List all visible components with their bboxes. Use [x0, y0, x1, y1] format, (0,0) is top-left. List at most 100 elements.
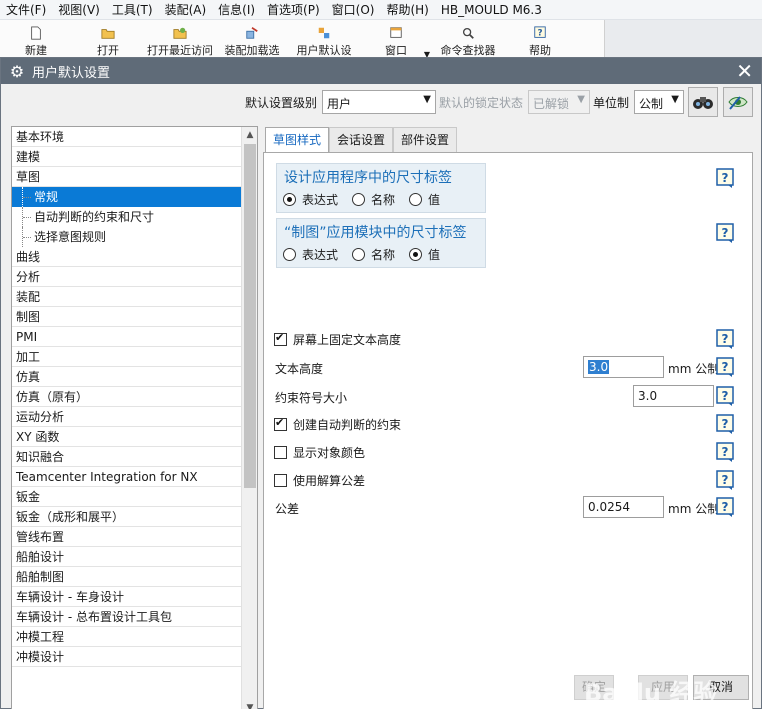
tree-item[interactable]: 车辆设计 - 总布置设计工具包 — [12, 607, 242, 627]
tree-item[interactable]: 冲模工程 — [12, 627, 242, 647]
manage-current-settings-button[interactable] — [723, 87, 753, 117]
apply-button[interactable]: 应用 — [638, 675, 688, 700]
open-recent-button[interactable]: 打开最近访问 — [144, 20, 216, 58]
tree-item[interactable]: PMI — [12, 327, 242, 347]
help-icon[interactable]: ? — [716, 329, 736, 349]
help-icon[interactable]: ? — [716, 470, 736, 490]
text-height-label: 文本高度 — [275, 362, 324, 376]
tree-connector — [22, 207, 32, 227]
tab-session-settings[interactable]: 会话设置 — [329, 127, 394, 152]
tree-item-label: 运动分析 — [16, 410, 65, 424]
menu-window[interactable]: 窗口(O) — [332, 1, 375, 18]
tree-item[interactable]: 仿真 — [12, 367, 242, 387]
tree-item[interactable]: 选择意图规则 — [12, 227, 242, 247]
assembly-load-button[interactable]: 装配加载选 — [216, 20, 288, 58]
tree-item-label: 曲线 — [16, 250, 41, 264]
radio-value[interactable]: 值 — [409, 246, 440, 263]
tree-item[interactable]: 冲模设计 — [12, 647, 242, 667]
radio-name[interactable]: 名称 — [352, 191, 395, 208]
tree-item[interactable]: 船舶设计 — [12, 547, 242, 567]
menu-view[interactable]: 视图(V) — [58, 1, 100, 18]
menu-preferences[interactable]: 首选项(P) — [267, 1, 320, 18]
tree-item[interactable]: 运动分析 — [12, 407, 242, 427]
tree-item[interactable]: Teamcenter Integration for NX — [12, 467, 242, 487]
menu-assembly[interactable]: 装配(A) — [165, 1, 207, 18]
tree-item[interactable]: 建模 — [12, 147, 242, 167]
help-icon[interactable]: ? — [716, 357, 736, 377]
close-icon[interactable]: ✕ — [736, 60, 753, 82]
lock-select[interactable]: 已解锁 ▼ — [528, 90, 590, 114]
tolerance-input[interactable]: 0.0254 — [583, 496, 664, 518]
radio-expression[interactable]: 表达式 — [283, 191, 338, 208]
svg-text:?: ? — [722, 360, 729, 374]
chevron-down-icon: ▼ — [671, 94, 679, 105]
tree-item[interactable]: 基本环境 — [12, 127, 242, 147]
tree-item[interactable]: 钣金（成形和展平） — [12, 507, 242, 527]
unit-select[interactable]: 公制 ▼ — [634, 90, 684, 114]
show-object-color-checkbox[interactable]: 显示对象颜色 — [274, 444, 365, 461]
tree-item[interactable]: 钣金 — [12, 487, 242, 507]
search-binoculars-button[interactable] — [688, 87, 718, 117]
tree-item[interactable]: 知识融合 — [12, 447, 242, 467]
menu-file[interactable]: 文件(F) — [6, 1, 46, 18]
menu-tools[interactable]: 工具(T) — [112, 1, 153, 18]
radio-name[interactable]: 名称 — [352, 246, 395, 263]
tree-item[interactable]: 分析 — [12, 267, 242, 287]
help-icon[interactable]: ? — [716, 497, 736, 517]
radio-label: 表达式 — [302, 248, 339, 262]
create-inferred-constraints-checkbox[interactable]: 创建自动判断的约束 — [274, 416, 401, 433]
tree-item-label: 钣金 — [16, 490, 41, 504]
help-icon[interactable]: ? — [716, 386, 736, 406]
tree-item[interactable]: 草图 — [12, 167, 242, 187]
tree-item-label: 装配 — [16, 290, 41, 304]
tolerance-unit: mm 公制 — [668, 502, 720, 516]
tree-item[interactable]: 仿真（原有） — [12, 387, 242, 407]
tree-item-label: 自动判断的约束和尺寸 — [34, 210, 155, 224]
tree-item-label: 草图 — [16, 170, 41, 184]
tree-item[interactable]: 船舶制图 — [12, 567, 242, 587]
cancel-button[interactable]: 取消 — [693, 675, 749, 700]
fixed-text-height-checkbox[interactable]: 屏幕上固定文本高度 — [274, 331, 401, 348]
help-icon[interactable]: ? — [716, 414, 736, 434]
tree-item[interactable]: 曲线 — [12, 247, 242, 267]
tree-scrollbar[interactable]: ▲ ▼ — [241, 127, 257, 709]
new-button[interactable]: 新建 — [0, 20, 72, 58]
window-button[interactable]: 窗口 ▼ — [360, 20, 432, 58]
level-select[interactable]: 用户 ▼ — [322, 90, 436, 114]
help-icon[interactable]: ? — [716, 442, 736, 462]
tab-part-settings[interactable]: 部件设置 — [393, 127, 458, 152]
tree-item[interactable]: XY 函数 — [12, 427, 242, 447]
command-finder-button[interactable]: 命令查找器 — [432, 20, 504, 58]
help-icon[interactable]: ? — [716, 223, 736, 243]
scroll-down-icon[interactable]: ▼ — [242, 700, 257, 709]
scroll-up-icon[interactable]: ▲ — [242, 127, 257, 143]
open-button[interactable]: 打开 — [72, 20, 144, 58]
scroll-thumb[interactable] — [244, 144, 256, 488]
menu-help[interactable]: 帮助(H) — [386, 1, 428, 18]
radio-row: 表达式 名称 值 — [283, 191, 454, 208]
text-height-input[interactable]: 3.0 — [583, 356, 664, 378]
help-icon[interactable]: ? — [716, 168, 736, 188]
constraint-symbol-size-input[interactable]: 3.0 — [633, 385, 714, 407]
tab-sketch-style[interactable]: 草图样式 — [265, 127, 330, 153]
tree-item[interactable]: 装配 — [12, 287, 242, 307]
tree-item[interactable]: 自动判断的约束和尺寸 — [12, 207, 242, 227]
radio-expression[interactable]: 表达式 — [283, 246, 338, 263]
category-tree: 基本环境 建模 草图 常规 自动判断的约束和尺寸 选择意图规则 曲线 分析 装配 制图 PMI 加工仿… — [11, 126, 258, 709]
tree-item-label: 建模 — [16, 150, 41, 164]
help-button[interactable]: ? 帮助 — [504, 20, 576, 58]
user-defaults-button[interactable]: 用户默认设 — [288, 20, 360, 58]
tree-item[interactable]: 管线布置 — [12, 527, 242, 547]
tree-item[interactable]: 常规 — [12, 187, 242, 207]
tree-item-label: 船舶设计 — [16, 550, 65, 564]
assembly-load-label: 装配加载选 — [224, 44, 280, 57]
tree-item[interactable]: 车辆设计 - 车身设计 — [12, 587, 242, 607]
use-solution-tolerance-checkbox[interactable]: 使用解算公差 — [274, 472, 365, 489]
radio-value[interactable]: 值 — [409, 191, 440, 208]
tree-item[interactable]: 制图 — [12, 307, 242, 327]
eye-settings-icon — [728, 96, 748, 110]
tree-connector — [22, 227, 32, 247]
ok-button[interactable]: 确定 — [574, 675, 614, 700]
menu-info[interactable]: 信息(I) — [218, 1, 255, 18]
tree-item[interactable]: 加工 — [12, 347, 242, 367]
